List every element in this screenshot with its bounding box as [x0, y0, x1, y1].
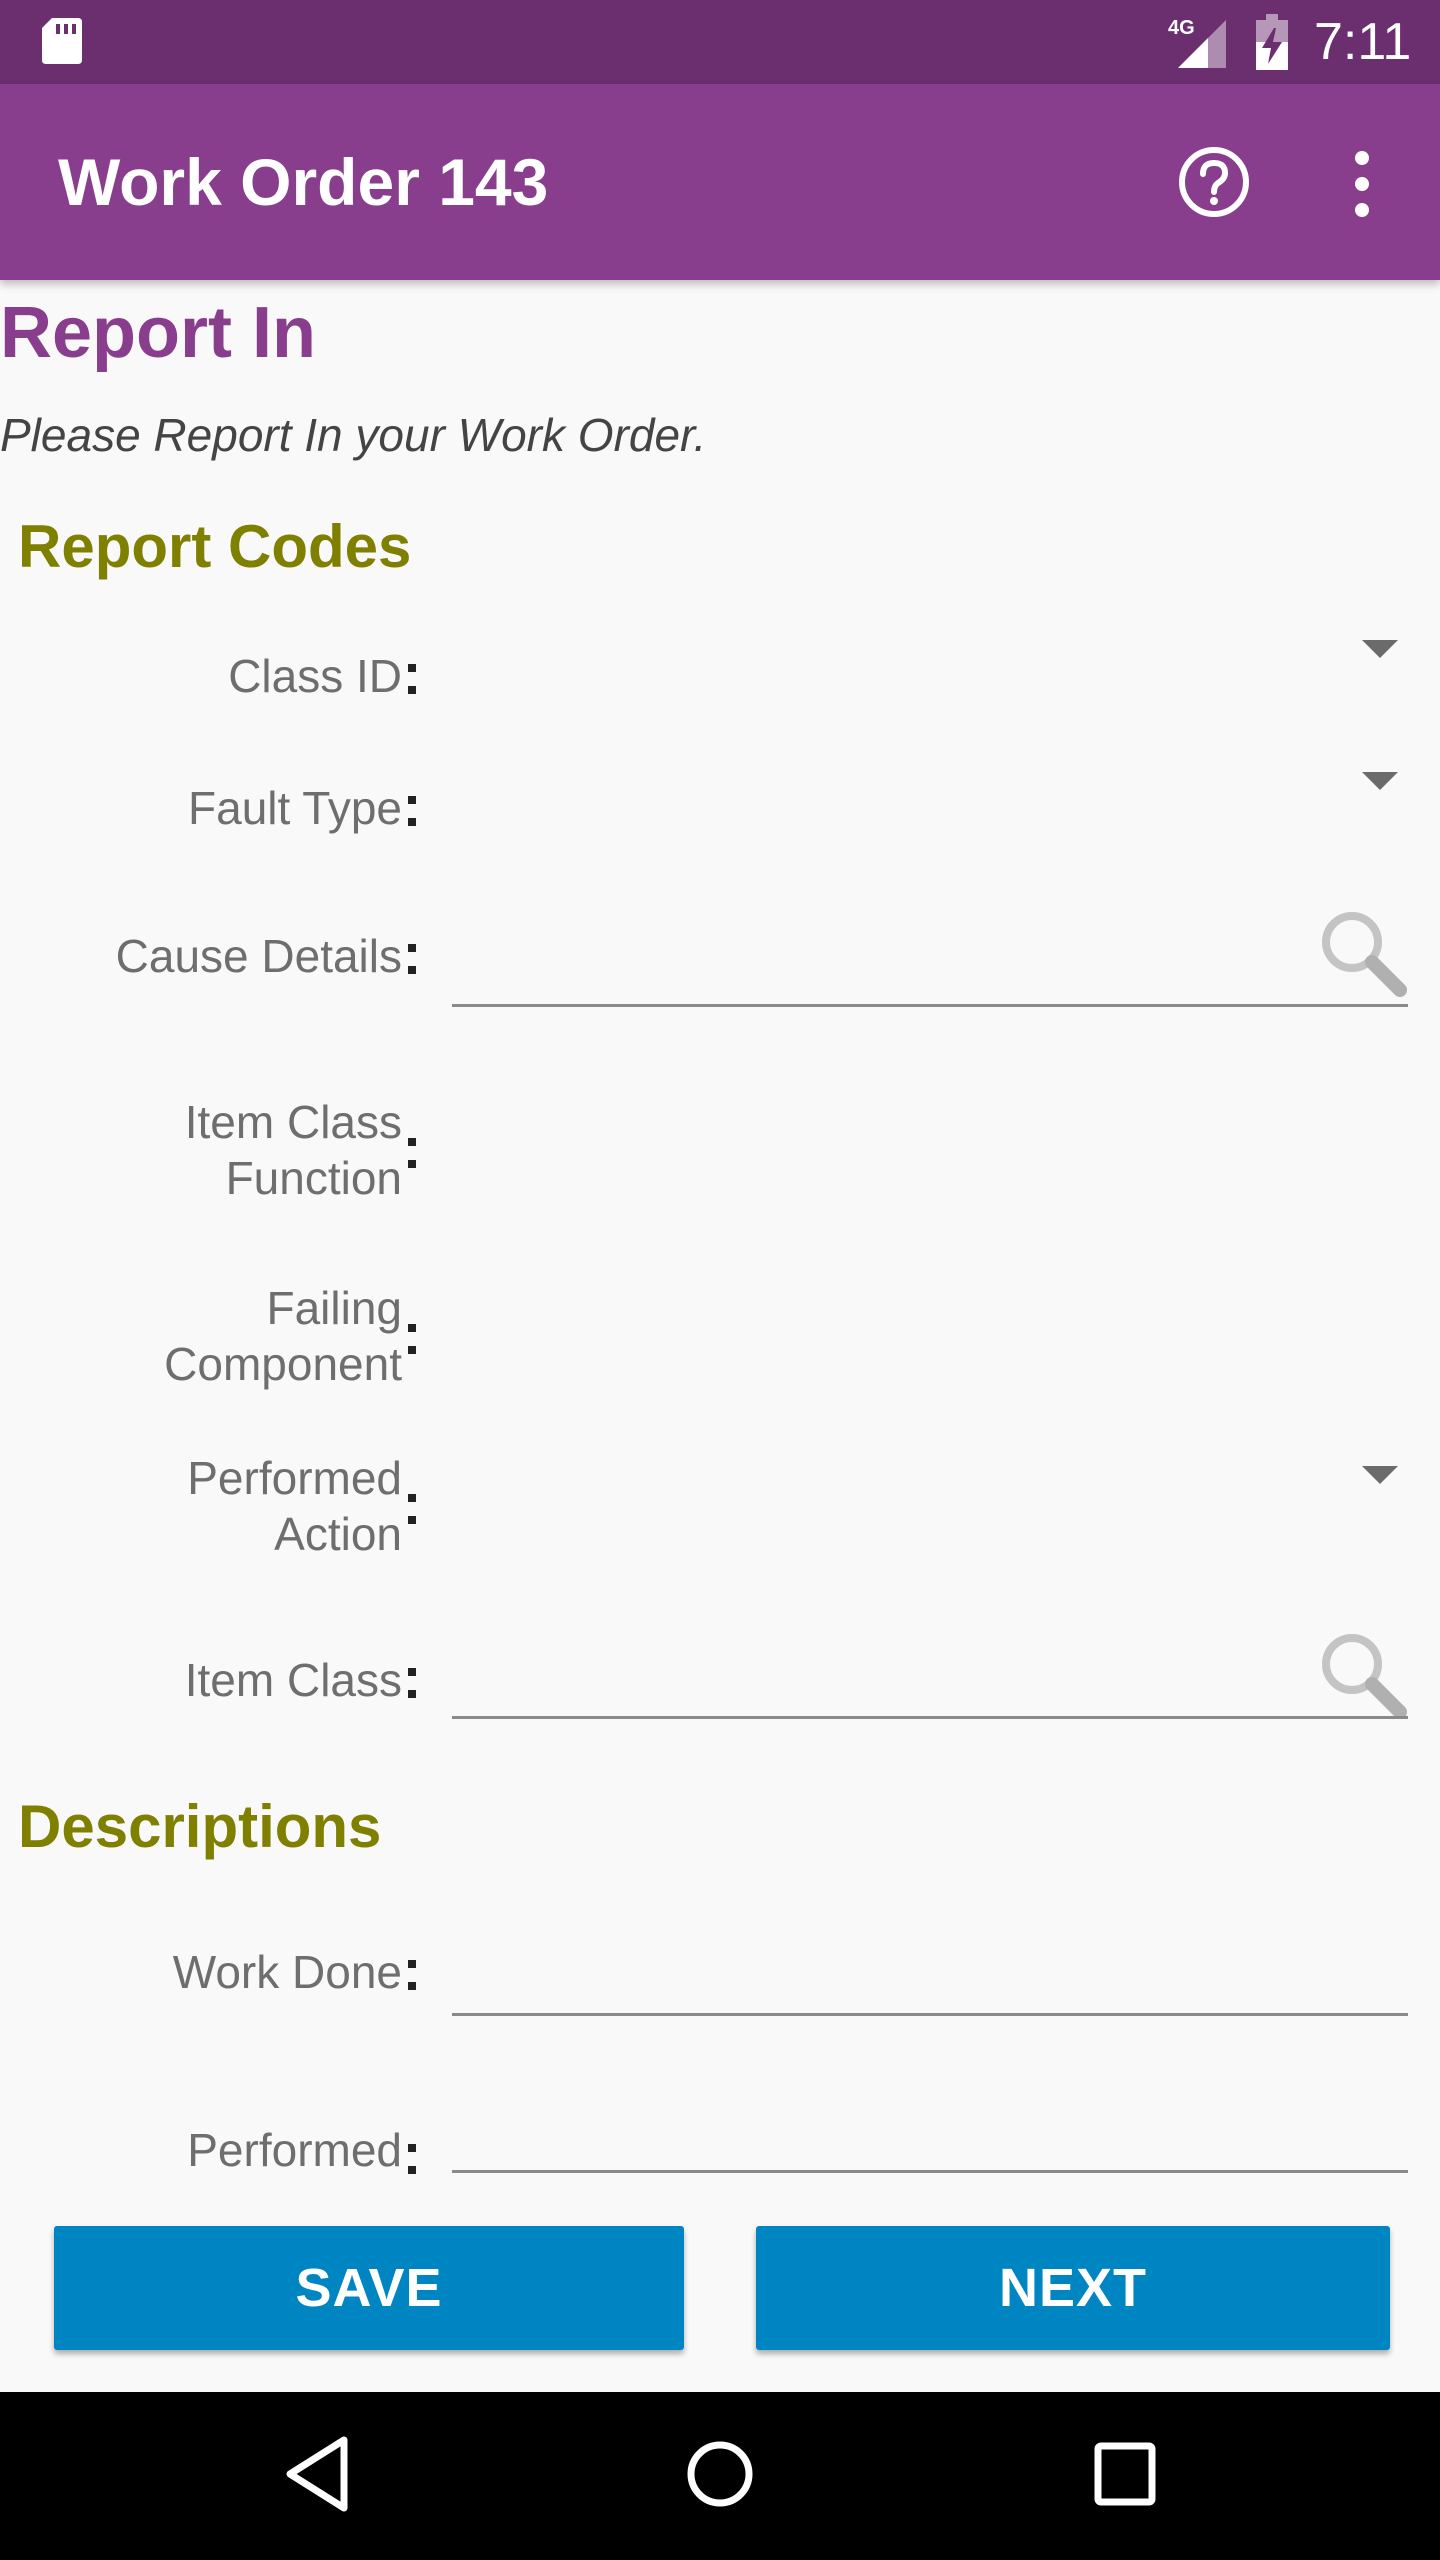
performed-action-text-underline: [452, 2170, 1408, 2173]
label-colon: [408, 1960, 418, 1992]
work-done-input[interactable]: [452, 1910, 1408, 2018]
section-header-report-codes: Report Codes: [18, 513, 412, 580]
label-line: Failing: [266, 1282, 402, 1334]
dropdown-arrow-icon: [1362, 1466, 1398, 1484]
app-title: Work Order 143: [58, 145, 549, 219]
save-button[interactable]: SAVE: [54, 2226, 684, 2350]
status-bar: 4G 7:11: [0, 0, 1440, 84]
back-icon[interactable]: [282, 2434, 352, 2514]
label-line: Item Class: [184, 1096, 402, 1148]
label-colon: [408, 944, 418, 976]
field-label-performed-action: Performed Action: [187, 1450, 402, 1562]
more-vert-icon[interactable]: [1340, 148, 1384, 220]
label-colon: [408, 2144, 418, 2176]
cause-details-input[interactable]: [452, 890, 1408, 1010]
label-colon: [408, 1324, 418, 1356]
field-label-item-class: Item Class: [184, 1654, 402, 1706]
app-bar: Work Order 143: [0, 84, 1440, 280]
field-label-performed-action-text: Performed Action Text: [178, 2122, 402, 2186]
dropdown-arrow-icon: [1362, 772, 1398, 790]
search-icon[interactable]: [1316, 1628, 1408, 1720]
label-line: Performed: [187, 2124, 402, 2176]
performed-action-dropdown[interactable]: [452, 1430, 1408, 1550]
help-icon[interactable]: [1176, 144, 1252, 220]
field-label-cause-details: Cause Details: [115, 930, 402, 982]
field-label-class-id: Class ID: [228, 650, 402, 702]
section-header-descriptions: Descriptions: [18, 1793, 382, 1860]
item-class-underline: [452, 1716, 1408, 1719]
cause-details-underline: [452, 1004, 1408, 1007]
label-line: Function: [225, 1152, 402, 1204]
dropdown-arrow-icon: [1362, 640, 1398, 658]
scroll-clip: Performed Action Text: [0, 2050, 1440, 2186]
page-subtitle: Please Report In your Work Order.: [0, 409, 707, 461]
item-class-input[interactable]: [452, 1610, 1408, 1720]
label-line: Component: [164, 1338, 402, 1390]
sd-card-icon: [42, 18, 82, 64]
label-line: Action: [274, 1508, 402, 1560]
label-colon: [408, 1138, 418, 1170]
field-label-work-done: Work Done: [172, 1946, 402, 1998]
field-label-failing-component: Failing Component: [164, 1280, 402, 1392]
fault-type-dropdown[interactable]: [452, 740, 1408, 850]
next-button[interactable]: NEXT: [756, 2226, 1390, 2350]
svg-text:4G: 4G: [1168, 17, 1195, 39]
signal-icon: 4G: [1168, 17, 1226, 68]
label-colon: [408, 1494, 418, 1526]
label-line: Action Text: [178, 2178, 402, 2186]
work-done-underline: [452, 2013, 1408, 2016]
field-label-fault-type: Fault Type: [188, 782, 402, 834]
page-title: Report In: [0, 293, 316, 373]
navigation-bar: [0, 2392, 1440, 2560]
label-colon: [408, 664, 418, 696]
label-colon: [408, 796, 418, 828]
class-id-dropdown[interactable]: [452, 610, 1408, 720]
home-icon[interactable]: [684, 2434, 756, 2514]
field-label-item-class-function: Item Class Function: [185, 1094, 402, 1206]
status-time: 7:11: [1314, 13, 1412, 71]
battery-icon: [1256, 14, 1288, 70]
label-line: Performed: [187, 1452, 402, 1504]
label-colon: [408, 1668, 418, 1700]
search-icon[interactable]: [1316, 906, 1408, 998]
recents-icon[interactable]: [1092, 2436, 1158, 2512]
